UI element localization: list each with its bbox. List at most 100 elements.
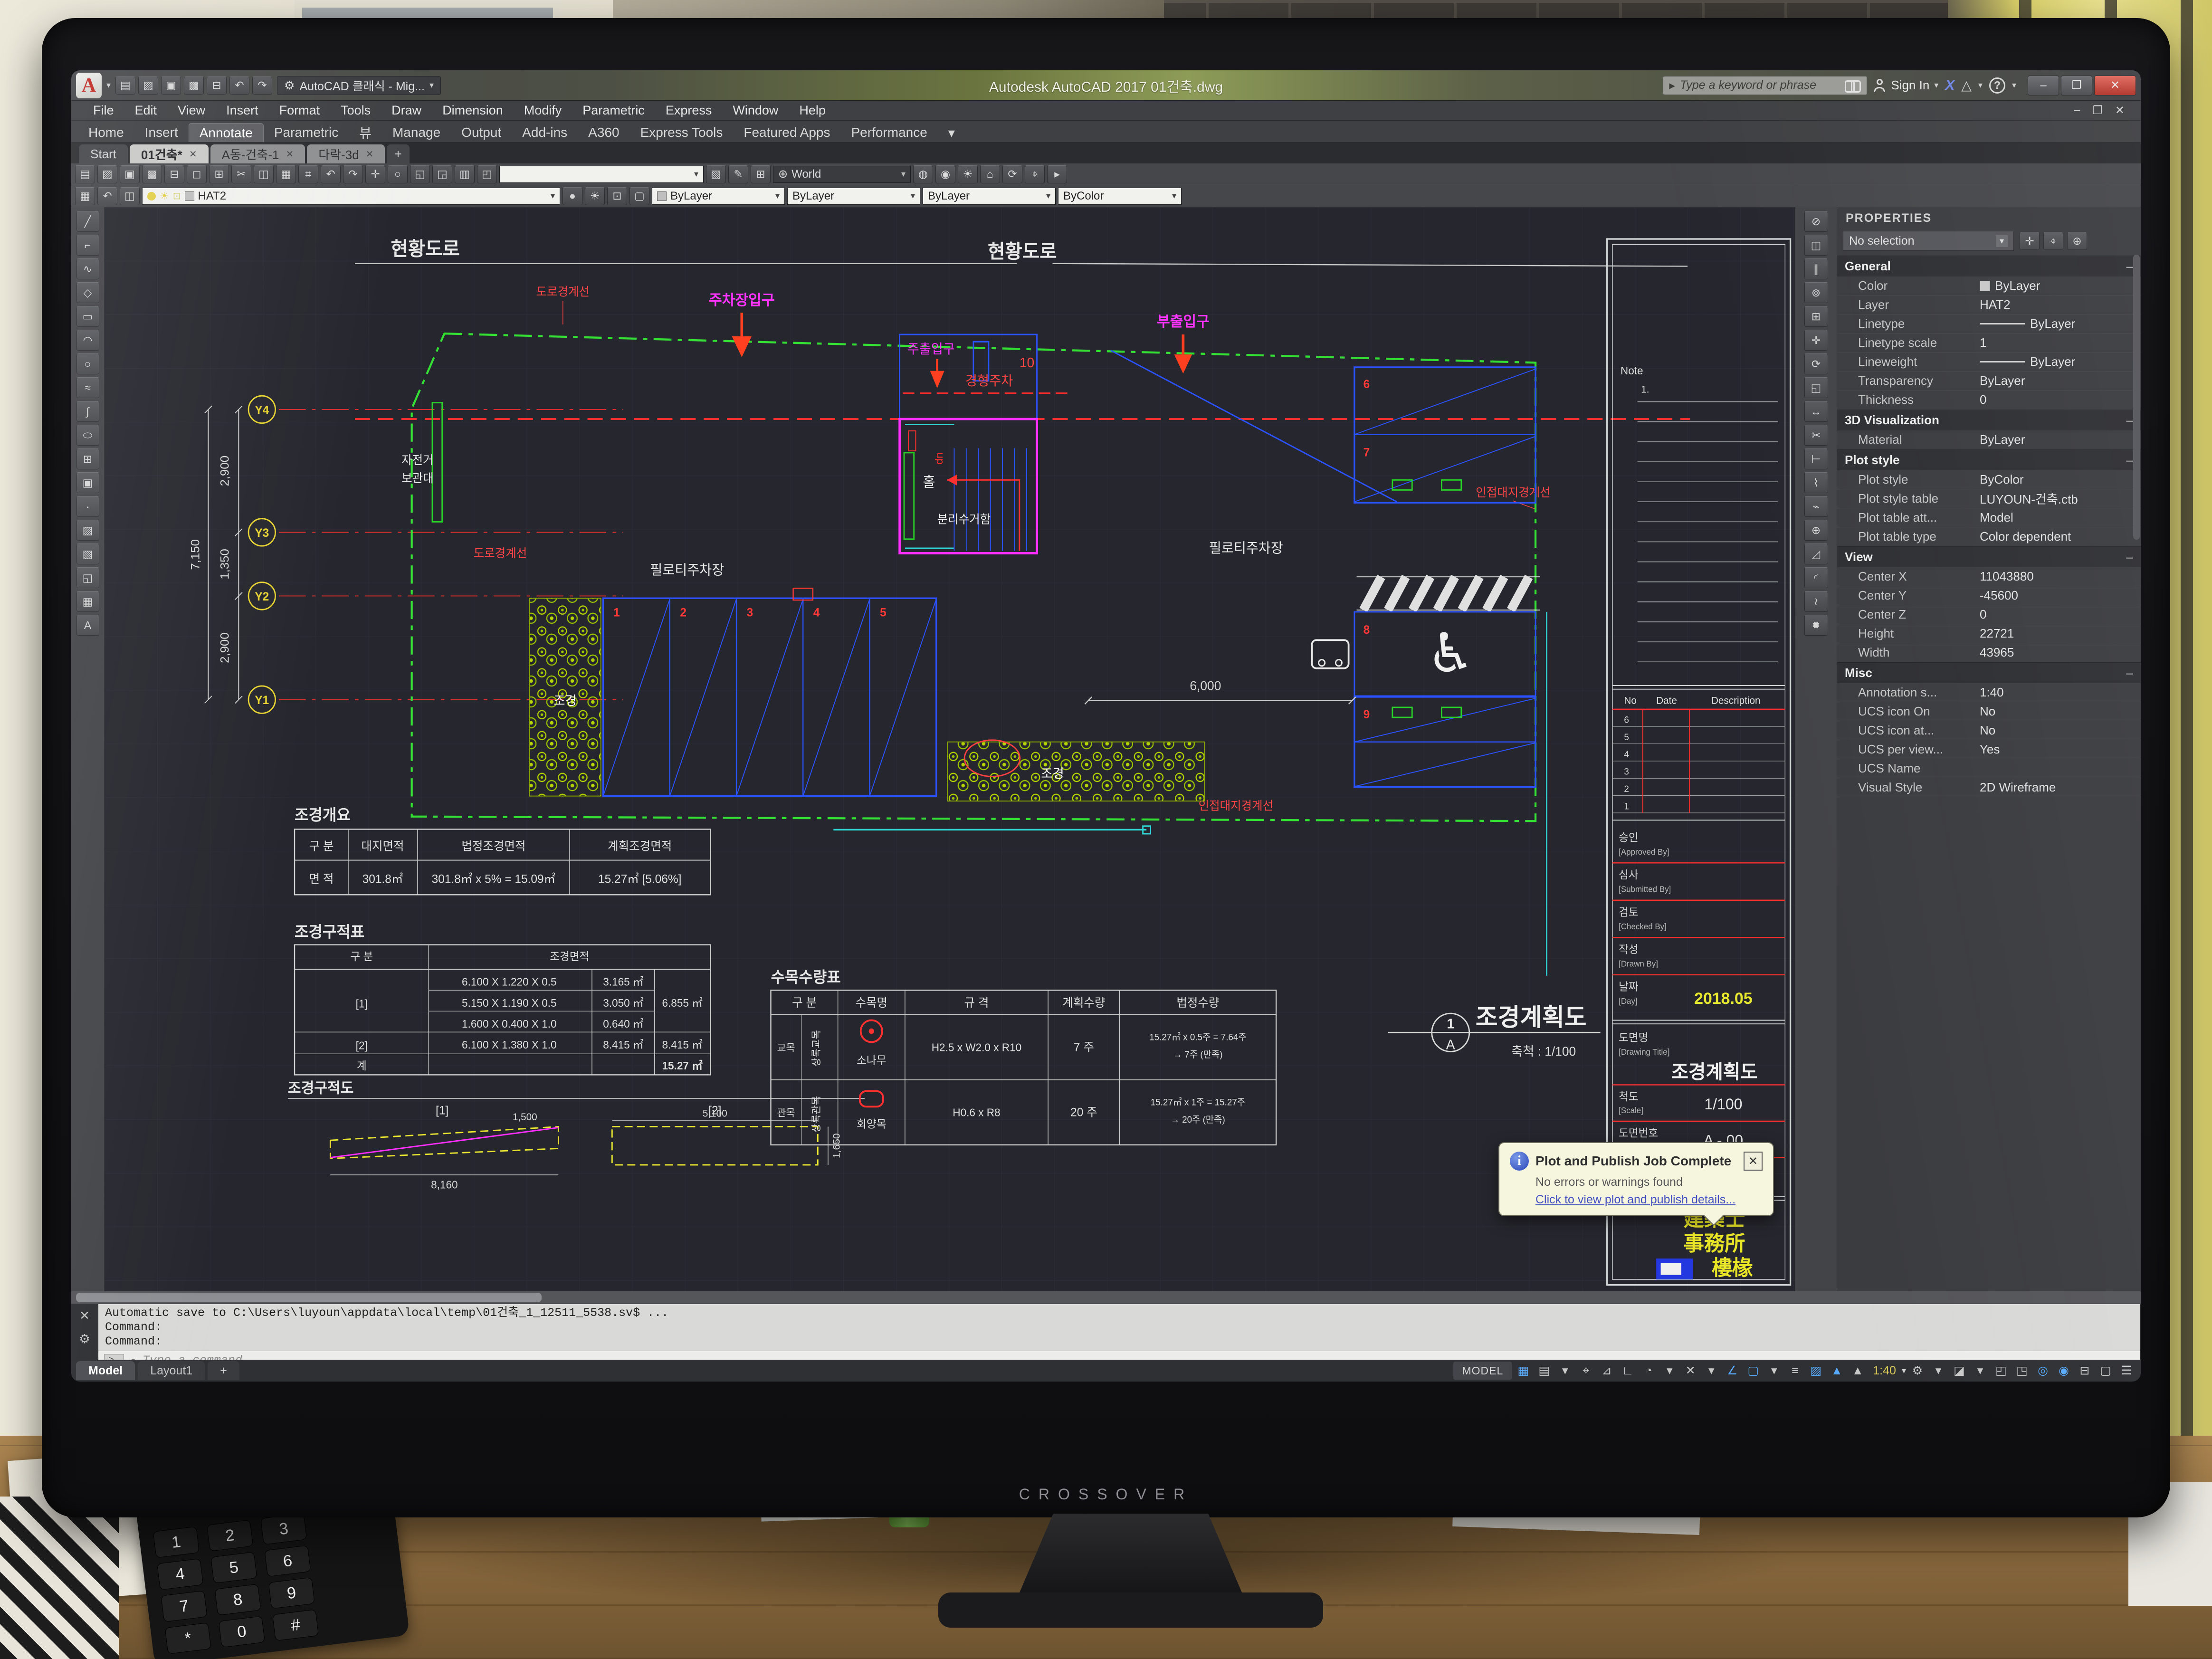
isolate-objects-icon[interactable]: ◎ <box>2033 1361 2052 1380</box>
qnew-icon[interactable]: ▤ <box>75 165 95 183</box>
ribbon-collapse-icon[interactable]: ▾ <box>938 123 965 142</box>
sign-in-button[interactable]: Sign In ▾ <box>1874 78 1938 93</box>
annotation-monitor-icon[interactable]: ◪ <box>1950 1361 1969 1380</box>
line-icon[interactable]: ╱ <box>76 211 99 232</box>
workspace-dropdown-icon[interactable]: ▾ <box>1929 1361 1948 1380</box>
collapse-icon[interactable]: – <box>2126 453 2133 467</box>
move-icon[interactable]: ✛ <box>1804 330 1828 351</box>
menu-modify[interactable]: Modify <box>514 103 572 118</box>
match-properties-icon[interactable]: ⌗ <box>298 165 318 183</box>
grid-display-icon[interactable]: ▦ <box>1514 1361 1533 1380</box>
break-icon[interactable]: ⌁ <box>1804 496 1828 517</box>
qcalc-icon[interactable]: ⊞ <box>751 165 771 183</box>
workspace-combo[interactable]: ⚙ AutoCAD 클래식 - Mig... ▾ <box>277 76 441 95</box>
tab-performance[interactable]: Performance <box>841 123 938 142</box>
property-value[interactable]: Yes <box>1980 742 2141 757</box>
collapse-icon[interactable]: – <box>2126 666 2133 680</box>
minimize-drawing-icon[interactable]: – <box>2069 104 2085 117</box>
layer-states-icon[interactable]: ◫ <box>120 187 140 205</box>
selection-combo[interactable]: No selection ▾ <box>1843 231 2014 251</box>
property-value[interactable]: ByLayer <box>1980 278 2141 293</box>
mirror-icon[interactable]: ∥ <box>1804 258 1828 279</box>
save-as-icon[interactable]: ▩ <box>184 76 204 95</box>
named-views-icon[interactable]: ⌂ <box>980 165 1000 183</box>
array-icon[interactable]: ⊞ <box>1804 306 1828 327</box>
quick-select-icon[interactable]: ⊕ <box>2067 232 2087 250</box>
region-icon[interactable]: ◱ <box>76 567 99 588</box>
close-button[interactable]: ✕ <box>2094 76 2136 95</box>
property-row[interactable]: TransparencyByLayer <box>1837 372 2141 391</box>
menu-express[interactable]: Express <box>655 103 723 118</box>
blend-icon[interactable]: ≀ <box>1804 591 1828 612</box>
property-value[interactable]: ByLayer <box>1980 432 2141 447</box>
file-tab-current[interactable]: 01건축*✕ <box>130 144 209 163</box>
copy-object-icon[interactable]: ◫ <box>1804 235 1828 256</box>
save-icon[interactable]: ▣ <box>161 76 181 95</box>
hatch-icon[interactable]: ▨ <box>76 520 99 541</box>
menu-insert[interactable]: Insert <box>216 103 269 118</box>
qsave-icon[interactable]: ▣ <box>120 165 140 183</box>
property-value[interactable]: ByLayer <box>1980 354 2141 369</box>
plot-icon[interactable]: ⊟ <box>164 165 184 183</box>
lineweight-combo[interactable]: ByLayer ▾ <box>923 188 1056 205</box>
arc-icon[interactable]: ◠ <box>76 330 99 351</box>
undo-icon[interactable]: ↶ <box>321 165 341 183</box>
select-objects-icon[interactable]: ⌖ <box>2043 232 2063 250</box>
quick-properties-icon[interactable]: ◰ <box>1992 1361 2011 1380</box>
property-row[interactable]: Plot styleByColor <box>1837 470 2141 489</box>
property-value[interactable]: ByLayer <box>1980 316 2141 331</box>
tab-featured-apps[interactable]: Featured Apps <box>733 123 840 142</box>
circle-icon[interactable]: ○ <box>76 353 99 374</box>
file-tab-start[interactable]: Start <box>79 144 128 163</box>
open-icon[interactable]: ▨ <box>97 165 117 183</box>
3dorbit-icon[interactable]: ⟳ <box>1002 165 1022 183</box>
customization-icon[interactable]: ☰ <box>2117 1361 2136 1380</box>
infer-constraints-icon[interactable]: ⌖ <box>1576 1361 1595 1380</box>
layer-properties-icon[interactable]: ▦ <box>75 187 95 205</box>
property-value[interactable]: Color dependent <box>1980 529 2141 544</box>
close-command-icon[interactable]: ✕ <box>79 1308 90 1323</box>
close-drawing-icon[interactable]: ✕ <box>2110 104 2129 117</box>
layer-thaw-icon[interactable]: ☀ <box>160 190 169 202</box>
tab-annotate[interactable]: Annotate <box>189 123 264 142</box>
table-icon[interactable]: ▦ <box>76 591 99 612</box>
horizontal-scrollbar[interactable] <box>71 1291 2141 1304</box>
menu-tools[interactable]: Tools <box>330 103 381 118</box>
graphics-performance-icon[interactable]: ◉ <box>2054 1361 2073 1380</box>
collapse-icon[interactable]: – <box>2126 550 2133 564</box>
section-plot-style[interactable]: Plot style– <box>1837 449 2141 470</box>
property-row[interactable]: Plot table typeColor dependent <box>1837 527 2141 546</box>
property-row[interactable]: LinetypeByLayer <box>1837 315 2141 334</box>
trim-icon[interactable]: ✂ <box>1804 425 1828 446</box>
section-misc[interactable]: Misc– <box>1837 662 2141 683</box>
tab-a360[interactable]: A360 <box>578 123 629 142</box>
iso-dropdown-icon[interactable]: ▾ <box>1702 1361 1721 1380</box>
add-layout-button[interactable]: + <box>208 1361 239 1380</box>
plotstyle-combo[interactable]: ByColor ▾ <box>1058 188 1182 205</box>
publish-icon[interactable]: ⊞ <box>209 165 229 183</box>
property-value[interactable]: 43965 <box>1980 645 2141 660</box>
property-row[interactable]: Thickness0 <box>1837 391 2141 410</box>
scale-icon[interactable]: ◱ <box>1804 377 1828 398</box>
sheet-set-icon[interactable]: ▧ <box>706 165 726 183</box>
file-tab-2[interactable]: A동-건축-1✕ <box>210 144 305 163</box>
ucs-combo[interactable]: ⊕ World ▾ <box>773 166 911 183</box>
property-row[interactable]: Plot style tableLUYOUN-건축.ctb <box>1837 489 2141 508</box>
properties-icon[interactable]: ▥ <box>455 165 475 183</box>
chevron-down-icon[interactable]: ▾ <box>2012 80 2016 90</box>
restore-drawing-icon[interactable]: ❐ <box>2088 104 2107 117</box>
layer-lock-icon[interactable]: ⊡ <box>607 187 627 205</box>
chevron-down-icon[interactable]: ▾ <box>1978 80 1983 90</box>
property-row[interactable]: UCS Name <box>1837 759 2141 778</box>
property-row[interactable]: Width43965 <box>1837 643 2141 662</box>
property-row[interactable]: UCS per view...Yes <box>1837 740 2141 759</box>
layer-combo[interactable]: ☀ ⊡ HAT2 ▾ <box>142 188 560 205</box>
property-row[interactable]: Annotation s...1:40 <box>1837 683 2141 702</box>
polyline-icon[interactable]: ∿ <box>76 258 99 279</box>
section-3d-visualization[interactable]: 3D Visualization– <box>1837 410 2141 430</box>
property-value[interactable]: -45600 <box>1980 588 2141 603</box>
layout1-tab[interactable]: Layout1 <box>138 1361 205 1380</box>
search-combo[interactable]: ▾ <box>499 166 704 183</box>
plot-details-icon[interactable]: ⊟ <box>2075 1361 2094 1380</box>
annotation-visibility-icon[interactable]: ▲ <box>1827 1361 1846 1380</box>
